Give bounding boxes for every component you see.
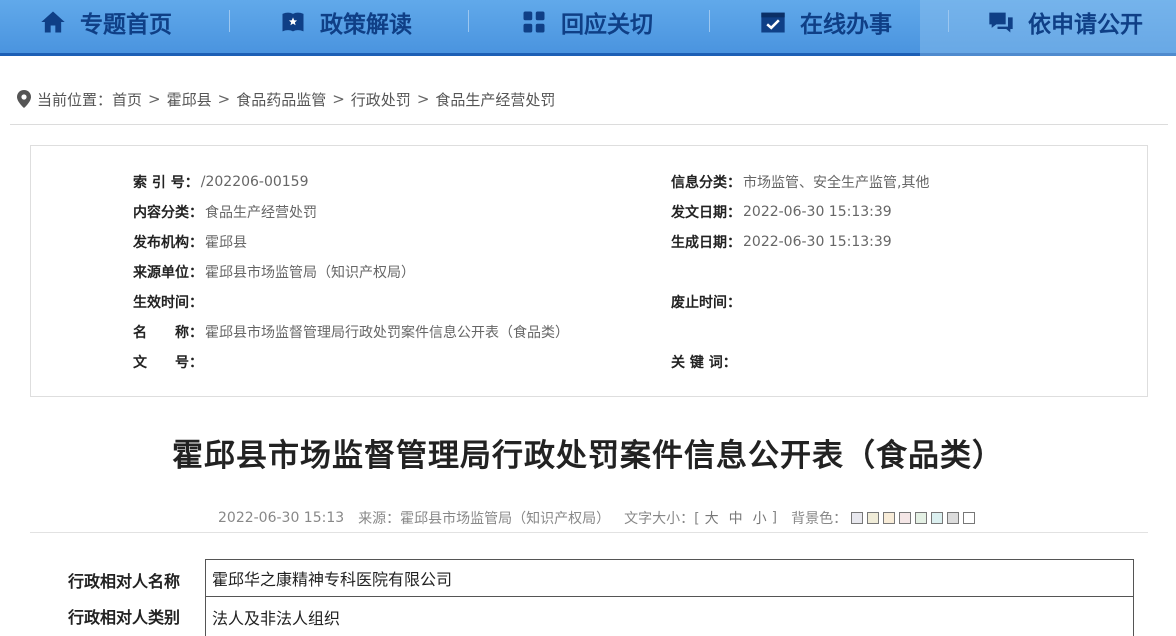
meta-info-category: 信息分类： 市场监管、安全生产监管,其他 (671, 172, 929, 192)
meta-issue-date: 发文日期： 2022-06-30 15:13:39 (671, 202, 892, 222)
nav-item-apply-disclosure[interactable]: 依申请公开 (986, 0, 1143, 44)
nav-item-response[interactable]: 回应关切 (519, 0, 653, 44)
nav-label: 政策解读 (320, 12, 412, 38)
breadcrumb-item-home[interactable]: 首页 (112, 89, 142, 110)
font-size-medium-button[interactable]: 中 (729, 508, 743, 528)
breadcrumb-item-county[interactable]: 霍邱县 (167, 89, 212, 110)
breadcrumb-item-food-drug[interactable]: 食品药品监管 (236, 89, 326, 110)
bg-color-swatch-6[interactable] (931, 512, 944, 524)
meta-index-number: 索 引 号：/202206-00159 (133, 172, 309, 192)
bg-color-swatch-3[interactable] (883, 512, 896, 524)
font-size-large-button[interactable]: 大 (705, 508, 719, 528)
meta-key: 关 键 词： (671, 355, 737, 371)
meta-key: 生成日期： (671, 235, 741, 251)
meta-generated-date: 生成日期： 2022-06-30 15:13:39 (671, 232, 892, 252)
meta-key: 文 号： (133, 355, 203, 371)
background-color-label: 背景色： (791, 511, 848, 527)
nav-divider (229, 10, 230, 32)
meta-value: 食品生产经营处罚 (205, 205, 317, 221)
meta-effective-date: 生效时间： (133, 292, 205, 312)
checklist-icon (758, 7, 788, 37)
meta-value: 霍邱县市场监督管理局行政处罚案件信息公开表（食品类） (205, 325, 569, 341)
book-icon (278, 7, 308, 37)
meta-key: 生效时间： (133, 295, 203, 311)
table-row-label: 行政相对人名称 (68, 572, 181, 591)
article-date: 2022-06-30 15:13 (218, 510, 345, 526)
article-source: 来源：霍邱县市场监管局（知识产权局） (358, 511, 611, 527)
meta-content-category: 内容分类： 食品生产经营处罚 (133, 202, 317, 222)
grid-icon (519, 7, 549, 37)
meta-key: 来源单位： (133, 265, 203, 281)
table-row-value: 霍邱华之康精神专科医院有限公司 (205, 559, 1134, 596)
table-row-value: 法人及非法人组织 (205, 596, 1134, 636)
home-icon (38, 7, 68, 37)
location-pin-icon (17, 90, 31, 108)
breadcrumb-separator: > (332, 90, 345, 108)
meta-publisher: 发布机构： 霍邱县 (133, 232, 247, 252)
meta-value: 2022-06-30 15:13:39 (743, 204, 892, 220)
bg-color-swatch-8[interactable] (963, 512, 976, 524)
breadcrumb: 当前位置： 首页 > 霍邱县 > 食品药品监管 > 行政处罚 > 食品生产经营处… (17, 87, 555, 111)
nav-divider (468, 10, 469, 32)
meta-keywords: 关 键 词： (671, 352, 739, 372)
top-navigation: 专题首页 政策解读 回应关切 在线办事 依申请公开 (0, 0, 1176, 56)
breadcrumb-item-penalty[interactable]: 行政处罚 (351, 89, 411, 110)
chat-icon (986, 7, 1016, 37)
nav-item-home[interactable]: 专题首页 (38, 0, 172, 44)
meta-value: 霍邱县 (205, 235, 247, 251)
nav-item-online-service[interactable]: 在线办事 (758, 0, 892, 44)
bg-color-swatch-2[interactable] (867, 512, 880, 524)
info-divider (30, 532, 1148, 533)
breadcrumb-separator: > (416, 90, 430, 108)
bg-color-swatch-7[interactable] (947, 512, 960, 524)
font-size-close: ] (771, 510, 778, 526)
nav-divider (709, 10, 710, 32)
nav-item-policy[interactable]: 政策解读 (278, 0, 412, 44)
meta-key: 内容分类： (133, 205, 203, 221)
article-info-bar: 2022-06-30 15:13 来源：霍邱县市场监管局（知识产权局） 文字大小… (218, 508, 976, 528)
meta-name: 名 称： 霍邱县市场监督管理局行政处罚案件信息公开表（食品类） (133, 322, 569, 342)
breadcrumb-prefix: 当前位置： (37, 90, 113, 109)
nav-label: 回应关切 (561, 12, 653, 38)
breadcrumb-separator: > (217, 90, 231, 108)
document-metadata-box: 索 引 号：/202206-00159 内容分类： 食品生产经营处罚 发布机构：霍… (30, 145, 1148, 397)
meta-key: 名 称： (133, 325, 203, 341)
meta-key: 发布机构： (133, 235, 203, 251)
meta-key: 废止时间： (671, 295, 741, 311)
nav-label: 在线办事 (800, 12, 892, 38)
meta-key: 发文日期： (671, 205, 741, 221)
table-row-label: 行政相对人类别 (68, 608, 181, 627)
meta-expiry-date: 废止时间： (671, 292, 743, 312)
bg-color-swatch-5[interactable] (915, 512, 928, 524)
meta-value: 市场监管、安全生产监管,其他 (743, 175, 930, 191)
bg-color-swatch-1[interactable] (851, 512, 864, 524)
meta-key: 索 引 号： (133, 175, 199, 191)
bg-color-swatch-4[interactable] (899, 512, 912, 524)
breadcrumb-item-food-penalty[interactable]: 食品生产经营处罚 (435, 89, 555, 110)
font-size-small-button[interactable]: 小 (753, 508, 767, 528)
breadcrumb-divider (10, 124, 1168, 125)
meta-source-unit: 来源单位： 霍邱县市场监管局（知识产权局） (133, 262, 415, 282)
meta-value: /202206-00159 (200, 174, 309, 190)
meta-value: 2022-06-30 15:13:39 (743, 234, 892, 250)
nav-divider (948, 10, 949, 32)
nav-label: 依申请公开 (1028, 12, 1143, 38)
article-title: 霍邱县市场监督管理局行政处罚案件信息公开表（食品类） (172, 438, 1004, 474)
nav-label: 专题首页 (80, 12, 172, 38)
meta-document-number: 文 号： (133, 352, 205, 372)
breadcrumb-separator: > (148, 90, 161, 108)
meta-key: 信息分类： (671, 175, 741, 191)
meta-value: 霍邱县市场监管局（知识产权局） (205, 265, 415, 281)
font-size-label: 文字大小：[ (624, 511, 700, 527)
